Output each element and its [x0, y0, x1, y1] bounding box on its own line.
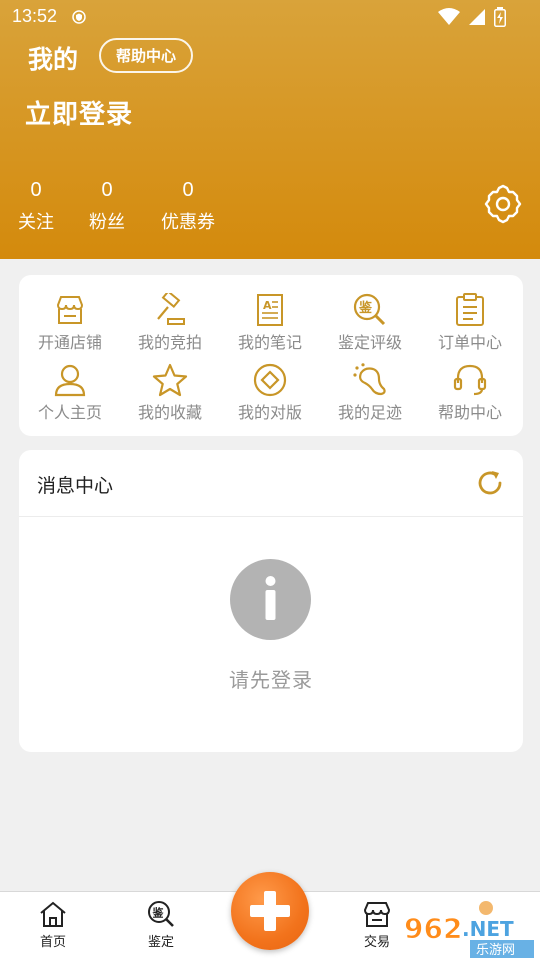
- shortcut-grid: 开通店铺 我的竞拍 A 我的笔记 鉴 鉴定评级 订单中心 个人主页 我的收藏 我…: [19, 275, 523, 436]
- stat-value: 0: [101, 179, 113, 201]
- grid-item-footprints[interactable]: 我的足迹: [320, 363, 420, 423]
- tab-appraise[interactable]: 鉴 鉴定: [126, 900, 196, 950]
- headset-icon: [453, 364, 487, 396]
- divider: [19, 516, 523, 517]
- svg-text:A: A: [263, 299, 272, 312]
- grid-item-help[interactable]: 帮助中心: [420, 363, 520, 423]
- stat-fans[interactable]: 0 粉丝: [87, 178, 127, 234]
- svg-text:鉴: 鉴: [358, 300, 373, 316]
- grid-item-label: 订单中心: [437, 335, 502, 352]
- profile-header: 13:52 我的 帮助中心 立即登录 0 关注 0 粉丝 0 优惠券: [0, 0, 540, 259]
- watermark-suffix: .NET: [462, 917, 514, 941]
- footprint-icon: [353, 363, 386, 396]
- trade-icon: [363, 902, 391, 927]
- stat-label: 粉丝: [89, 212, 125, 232]
- appraise-icon: 鉴: [353, 293, 386, 326]
- grid-item-appraise[interactable]: 鉴 鉴定评级: [320, 293, 420, 353]
- tab-label: 鉴定: [147, 934, 174, 949]
- home-icon: [40, 901, 66, 927]
- watermark-logo: 962 .NET 乐游网: [404, 901, 534, 958]
- watermark-sub: 乐游网: [476, 943, 515, 958]
- grid-item-version-compare[interactable]: 我的对版: [220, 363, 320, 423]
- grid-item-label: 帮助中心: [437, 405, 502, 422]
- store-icon: [56, 296, 84, 324]
- login-link[interactable]: 立即登录: [25, 94, 133, 131]
- publish-button[interactable]: [231, 872, 309, 950]
- svg-text:鉴: 鉴: [152, 906, 165, 920]
- appraise-tab-icon: 鉴: [148, 901, 174, 927]
- status-bar: 13:52: [0, 0, 540, 34]
- refresh-icon[interactable]: [475, 468, 505, 498]
- person-icon: [54, 364, 86, 397]
- help-center-button[interactable]: 帮助中心: [99, 38, 193, 73]
- stat-coupons[interactable]: 0 优惠券: [158, 178, 218, 234]
- grid-item-my-auction[interactable]: 我的竞拍: [120, 293, 220, 353]
- grid-item-label: 鉴定评级: [337, 335, 402, 352]
- grid-item-label: 我的对版: [237, 405, 302, 422]
- clipboard-icon: [456, 293, 484, 326]
- stat-label: 关注: [18, 212, 54, 232]
- stat-value: 0: [30, 179, 42, 201]
- status-time: 13:52: [12, 6, 58, 26]
- gavel-icon: [157, 293, 185, 325]
- stat-label: 优惠券: [161, 212, 215, 232]
- page-title: 我的: [28, 46, 79, 74]
- grid-item-favorites[interactable]: 我的收藏: [120, 363, 220, 423]
- message-center-title: 消息中心: [37, 476, 114, 497]
- grid-item-profile[interactable]: 个人主页: [20, 363, 120, 423]
- status-icons: [438, 7, 506, 27]
- grid-item-label: 我的竞拍: [137, 335, 202, 352]
- grid-item-label: 我的笔记: [237, 335, 302, 352]
- tab-label: 首页: [39, 934, 66, 949]
- signal-icon: [469, 9, 485, 25]
- empty-state-text: 请先登录: [229, 670, 313, 692]
- stat-follow[interactable]: 0 关注: [16, 178, 56, 234]
- stat-value: 0: [182, 179, 194, 201]
- shield-icon: [72, 10, 86, 24]
- settings-gear-icon[interactable]: [482, 183, 524, 225]
- wifi-icon: [438, 8, 460, 25]
- message-center-card: 消息中心 请先登录: [19, 450, 523, 752]
- star-icon: [152, 363, 188, 397]
- notes-icon: A: [257, 294, 283, 326]
- grid-item-label: 我的收藏: [137, 405, 202, 422]
- grid-item-label: 我的足迹: [337, 405, 402, 422]
- grid-item-open-store[interactable]: 开通店铺: [20, 293, 120, 353]
- grid-item-my-notes[interactable]: A 我的笔记: [220, 293, 320, 353]
- coin-icon: [253, 363, 287, 397]
- battery-icon: [494, 7, 506, 27]
- info-icon: [230, 559, 311, 640]
- grid-item-label: 个人主页: [37, 405, 102, 422]
- plus-icon: [250, 891, 290, 931]
- tab-home[interactable]: 首页: [18, 900, 88, 950]
- grid-item-label: 开通店铺: [37, 335, 102, 352]
- grid-item-orders[interactable]: 订单中心: [420, 293, 520, 353]
- watermark-number: 962: [404, 912, 462, 945]
